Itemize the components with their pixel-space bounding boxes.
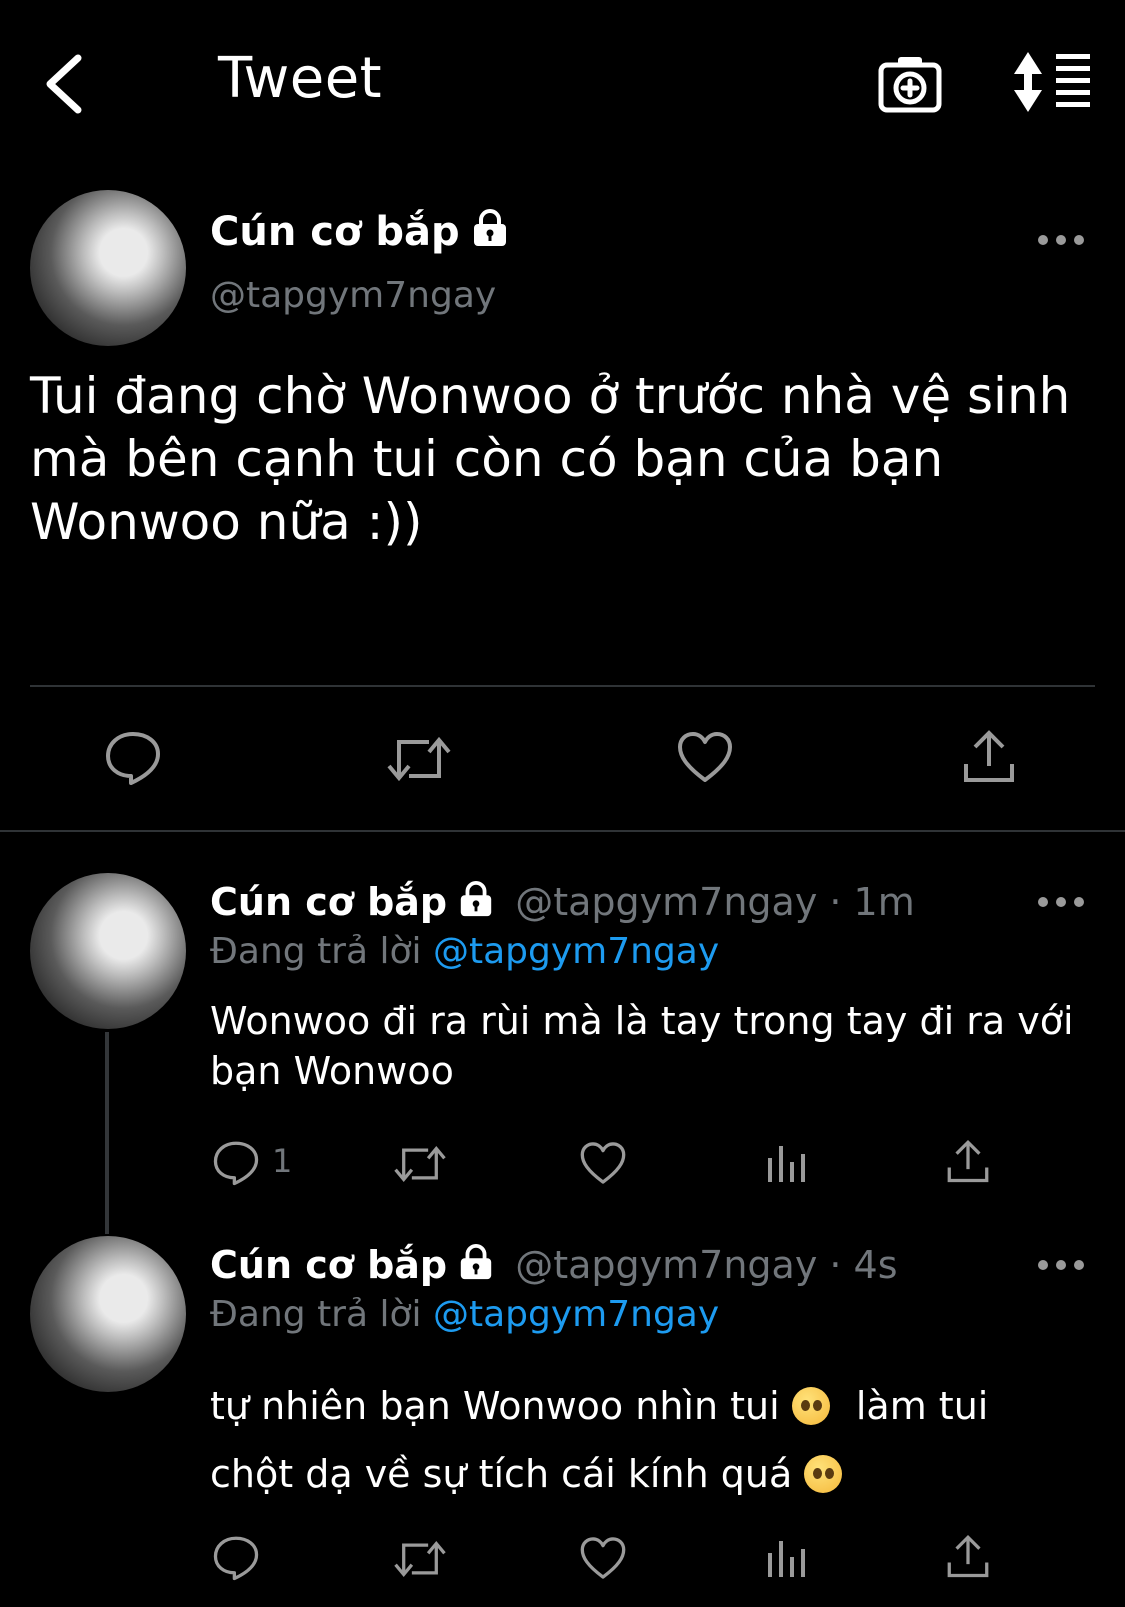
avatar[interactable] [30, 190, 186, 346]
camera-add-icon [878, 57, 942, 113]
avatar[interactable] [30, 1236, 186, 1392]
reply-text: tự nhiên bạn Wonwoo nhìn tui làm tui chộ… [210, 1372, 1100, 1508]
sort-icon [1014, 52, 1090, 112]
reply-text-part: tự nhiên bạn Wonwoo nhìn tui [210, 1384, 780, 1428]
share-icon[interactable] [946, 1533, 990, 1579]
top-bar: Tweet [0, 0, 1125, 160]
tweet-text: Tui đang chờ Wonwoo ở trước nhà vệ sinh … [30, 367, 1071, 551]
handle-and-time: @tapgym7ngay · 1m [515, 880, 915, 924]
reply-header: Cún cơ bắp @tapgym7ngay · 4s [210, 1243, 898, 1287]
reply-icon[interactable] [104, 730, 162, 786]
reply-text: Wonwoo đi ra rùi mà là tay trong tay đi … [210, 999, 1074, 1093]
retweet-icon[interactable] [392, 1142, 448, 1186]
lock-icon [460, 880, 492, 917]
like-icon[interactable] [579, 1140, 627, 1186]
author-name: Cún cơ bắp [210, 209, 460, 255]
more-options-icon[interactable] [1037, 233, 1085, 247]
divider [30, 685, 1095, 687]
retweet-icon[interactable] [385, 732, 453, 786]
retweet-icon[interactable] [392, 1537, 448, 1581]
avatar[interactable] [30, 873, 186, 1029]
reply-text-part: chột dạ về sự tích cái kính quá [210, 1452, 793, 1496]
lock-icon [460, 1243, 492, 1280]
analytics-icon[interactable] [765, 1142, 807, 1184]
replying-label: Đang trả lời [210, 931, 422, 972]
sort-replies-button[interactable] [1012, 50, 1092, 114]
mention-link[interactable]: @tapgym7ngay [433, 931, 719, 972]
handle-and-time: @tapgym7ngay · 4s [515, 1243, 898, 1287]
back-button[interactable] [36, 44, 100, 124]
replying-to: Đang trả lời @tapgym7ngay [210, 931, 719, 972]
reply-count: 1 [272, 1142, 293, 1180]
mention-link[interactable]: @tapgym7ngay [433, 1294, 719, 1335]
crying-face-emoji [804, 1455, 843, 1493]
divider [0, 830, 1125, 832]
author-name[interactable]: Cún cơ bắp [210, 880, 447, 924]
replying-label: Đang trả lời [210, 1294, 422, 1335]
lock-icon [473, 209, 506, 246]
thread-connector [105, 1032, 109, 1234]
page-title: Tweet [218, 46, 383, 111]
share-icon[interactable] [946, 1138, 990, 1184]
reply-icon[interactable] [212, 1535, 260, 1581]
tweet-author[interactable]: Cún cơ bắp [210, 208, 510, 255]
reply-text-part: làm tui [855, 1384, 989, 1428]
more-options-icon[interactable] [1037, 1258, 1085, 1272]
author-handle: @tapgym7ngay [210, 275, 497, 316]
share-icon[interactable] [962, 728, 1016, 784]
camera-button[interactable] [876, 50, 944, 118]
analytics-icon[interactable] [765, 1537, 807, 1579]
replying-to: Đang trả lời @tapgym7ngay [210, 1294, 719, 1335]
like-icon[interactable] [676, 730, 734, 784]
reply-header: Cún cơ bắp @tapgym7ngay · 1m [210, 880, 915, 924]
back-arrow-icon [46, 54, 82, 114]
author-name[interactable]: Cún cơ bắp [210, 1243, 447, 1287]
reply-icon[interactable] [212, 1140, 260, 1186]
like-icon[interactable] [579, 1535, 627, 1581]
pleading-face-emoji [791, 1387, 830, 1425]
more-options-icon[interactable] [1037, 895, 1085, 909]
